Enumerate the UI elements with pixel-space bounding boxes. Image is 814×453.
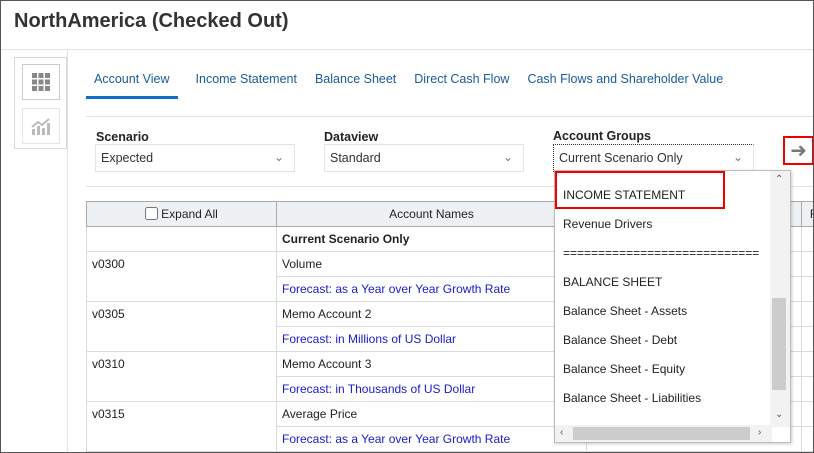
forecast-link[interactable]: Forecast: in Millions of US Dollar [276,326,587,352]
scenario-select[interactable]: Expected ⌄ [95,144,295,172]
chevron-down-icon: ⌄ [273,150,284,164]
cell [801,301,814,327]
chart-view-button[interactable] [22,108,60,144]
option-balance-sheet-liabilities[interactable]: Balance Sheet - Liabilities [563,391,701,405]
grid-view-button[interactable] [22,64,60,100]
arrow-right-icon: ➜ [790,140,807,162]
account-groups-value: Current Scenario Only [559,151,683,165]
divider [0,49,814,50]
tab-income-statement[interactable]: Income Statement [196,72,297,99]
chart-icon [31,118,50,135]
chevron-down-icon: ⌄ [732,150,743,164]
cell [86,226,277,252]
account-id: v0310 [86,351,277,402]
forecast-link[interactable]: Forecast: as a Year over Year Growth Rat… [276,426,587,452]
account-name: Memo Account 2 [276,301,587,327]
account-name: Average Price [276,401,587,427]
column-header-f: F [801,201,814,227]
vertical-scrollbar[interactable]: ⌃ ⌄ [770,171,790,427]
option-separator[interactable]: ============================ [563,246,759,260]
cell [801,276,814,302]
scrollbar-thumb[interactable] [772,298,786,390]
expand-all-header[interactable]: Expand All [86,201,277,227]
tab-balance-sheet[interactable]: Balance Sheet [315,72,396,99]
account-id: v0300 [86,251,277,302]
option-income-statement[interactable]: INCOME STATEMENT [563,188,685,202]
cell [801,226,814,252]
account-name: Memo Account 3 [276,351,587,377]
horizontal-scrollbar[interactable]: ‹ › [555,425,772,442]
scenario-value: Expected [101,151,154,165]
group-row-label: Current Scenario Only [276,226,587,252]
tab-account-view[interactable]: Account View [86,72,178,99]
dataview-select[interactable]: Standard ⌄ [324,144,524,172]
dataview-label: Dataview [324,130,379,144]
account-names-header: Account Names [276,201,587,227]
chevron-down-icon[interactable]: ⌄ [775,409,783,420]
scenario-label: Scenario [96,130,149,144]
cell [801,326,814,352]
cell [801,376,814,402]
grid-icon [32,73,50,91]
dataview-value: Standard [330,151,381,165]
chevron-down-icon: ⌄ [502,150,513,164]
account-id: v0305 [86,301,277,352]
chevron-right-icon[interactable]: › [758,427,761,438]
divider [67,50,68,453]
cell [801,401,814,427]
expand-all-checkbox[interactable] [145,207,159,220]
cell [801,426,814,452]
account-groups-label: Account Groups [553,129,651,143]
page-title: NorthAmerica (Checked Out) [14,10,289,32]
chevron-up-icon[interactable]: ⌃ [775,174,783,185]
tab-direct-cash-flow[interactable]: Direct Cash Flow [414,72,509,99]
expand-all-label: Expand All [161,207,218,221]
divider [86,116,814,117]
account-groups-dropdown: INCOME STATEMENT Revenue Drivers =======… [554,170,791,443]
side-toolbar [14,57,67,149]
tab-bar: Account View Income Statement Balance Sh… [86,72,723,99]
account-name: Volume [276,251,587,277]
cell [801,351,814,377]
scrollbar-thumb[interactable] [573,427,750,440]
forecast-link[interactable]: Forecast: as a Year over Year Growth Rat… [276,276,587,302]
option-revenue-drivers[interactable]: Revenue Drivers [563,217,652,231]
option-balance-sheet-debt[interactable]: Balance Sheet - Debt [563,333,677,347]
account-groups-select[interactable]: Current Scenario Only ⌄ [553,144,754,172]
chevron-left-icon[interactable]: ‹ [560,427,563,438]
tab-cash-flows-shareholder-value[interactable]: Cash Flows and Shareholder Value [527,72,723,99]
account-id: v0315 [86,401,277,452]
option-balance-sheet[interactable]: BALANCE SHEET [563,275,662,289]
option-balance-sheet-assets[interactable]: Balance Sheet - Assets [563,304,687,318]
go-button[interactable]: ➜ [783,136,814,165]
option-balance-sheet-equity[interactable]: Balance Sheet - Equity [563,362,685,376]
cell [801,251,814,277]
forecast-link[interactable]: Forecast: in Thousands of US Dollar [276,376,587,402]
